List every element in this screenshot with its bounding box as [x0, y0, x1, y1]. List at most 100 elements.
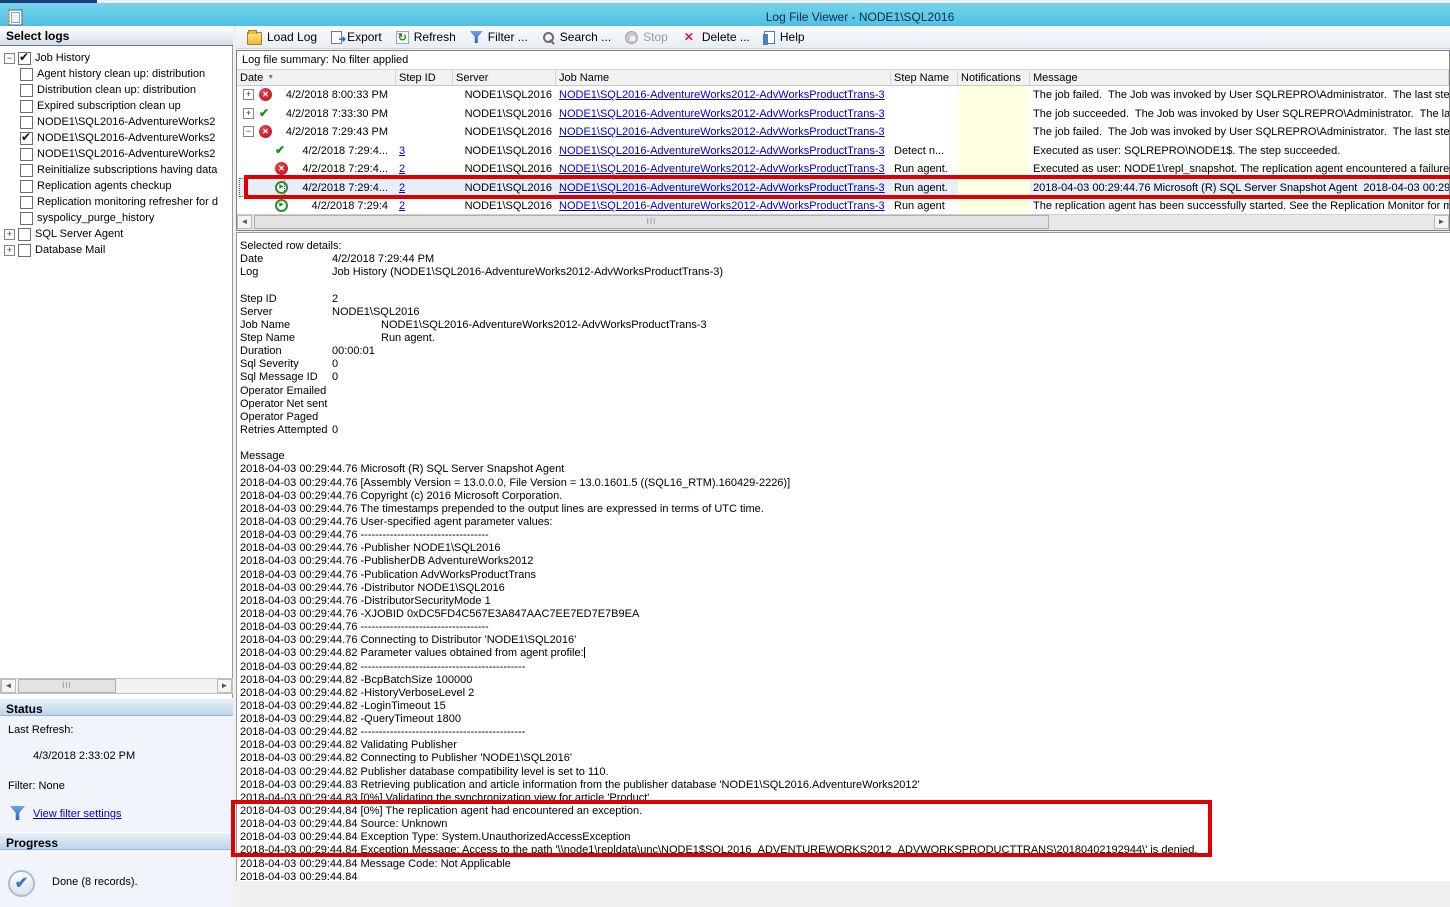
server-cell: NODE1\SQL2016 — [453, 105, 556, 124]
column-header-message[interactable]: Message — [1030, 70, 1449, 85]
date-text: 4/2/2018 7:33:30 PM — [286, 108, 388, 120]
step-id-link[interactable]: 2 — [399, 200, 405, 212]
table-row[interactable]: −4/2/2018 7:29:43 PMNODE1\SQL2016NODE1\S… — [237, 123, 1449, 142]
details-field: Operator Net sent — [240, 398, 1445, 411]
tree-item[interactable]: Agent history clean up: distribution — [0, 66, 232, 82]
tree-item[interactable]: NODE1\SQL2016-AdventureWorks2 — [0, 114, 232, 130]
error-status-icon — [259, 125, 272, 138]
tree-checkbox[interactable] — [18, 52, 31, 65]
toolbar: Load LogExportRefreshFilter ...Search ..… — [236, 26, 1450, 49]
tree-checkbox[interactable] — [18, 228, 31, 241]
tree-checkbox[interactable] — [20, 116, 33, 129]
step-id-link[interactable]: 2 — [399, 163, 405, 175]
success-status-icon — [259, 107, 272, 120]
tree-checkbox[interactable] — [20, 100, 33, 113]
tree-item[interactable]: NODE1\SQL2016-AdventureWorks2 — [0, 146, 232, 162]
log-file-viewer-icon — [6, 9, 23, 26]
expand-icon[interactable]: + — [243, 108, 254, 119]
tree-checkbox[interactable] — [20, 212, 33, 225]
tree-item[interactable]: +Database Mail — [0, 242, 232, 258]
tree-item[interactable]: Replication monitoring refresher for d — [0, 194, 232, 210]
tree-checkbox[interactable] — [20, 196, 33, 209]
view-filter-settings-link[interactable]: View filter settings — [33, 808, 121, 820]
job-name-link[interactable]: NODE1\SQL2016-AdventureWorks2012-AdvWork… — [559, 89, 885, 101]
details-field-value: NODE1\SQL2016-AdventureWorks2012-AdvWork… — [332, 319, 707, 331]
tree-item[interactable]: −Job History — [0, 50, 232, 66]
details-field-label: Sql Severity — [240, 358, 332, 371]
tree-item[interactable]: NODE1\SQL2016-AdventureWorks2 — [0, 130, 232, 146]
details-field-label: Log — [240, 266, 332, 279]
table-row[interactable]: +4/2/2018 7:33:30 PM NODE1\SQL2016NODE1\S… — [237, 105, 1449, 124]
job-name-link[interactable]: NODE1\SQL2016-AdventureWorks2012-AdvWork… — [559, 108, 885, 120]
message-line: 2018-04-03 00:29:44.82 Connecting to Pub… — [240, 752, 1445, 765]
tree-checkbox[interactable] — [20, 148, 33, 161]
table-row[interactable]: 4/2/2018 7:29:42NODE1\SQL2016NODE1\SQL20… — [237, 197, 1449, 216]
column-header-notifications[interactable]: Notifications — [958, 70, 1030, 85]
toolbar-button-search[interactable]: Search ... — [535, 28, 618, 46]
toolbar-button-delete[interactable]: Delete ... — [675, 28, 757, 46]
scrollbar-thumb[interactable]: III — [254, 215, 1049, 229]
tree-item[interactable]: syspolicy_purge_history — [0, 210, 232, 226]
details-field-label: Retries Attempted — [240, 424, 332, 437]
date-text: 4/2/2018 7:29:4... — [302, 163, 388, 175]
filter-icon — [470, 31, 483, 43]
expand-icon[interactable]: + — [243, 89, 254, 100]
tree-checkbox[interactable] — [20, 132, 33, 145]
scrollbar-thumb[interactable]: III — [18, 679, 116, 693]
collapse-icon[interactable]: − — [4, 53, 15, 64]
step-id-link[interactable]: 3 — [399, 145, 405, 157]
tree-item-label: Replication agents checkup — [37, 180, 172, 192]
scroll-right-button[interactable]: ► — [1434, 215, 1449, 229]
details-field-value: Run agent. — [332, 332, 435, 344]
column-header-job-name[interactable]: Job Name — [556, 70, 891, 85]
tree-item[interactable]: Distribution clean up: distribution — [0, 82, 232, 98]
tree-item[interactable]: +SQL Server Agent — [0, 226, 232, 242]
toolbar-button-refresh[interactable]: Refresh — [389, 28, 463, 46]
toolbar-button-help[interactable]: Help — [757, 28, 812, 46]
table-row[interactable]: +4/2/2018 8:00:33 PMNODE1\SQL2016NODE1\S… — [237, 86, 1449, 105]
tree-item[interactable]: Replication agents checkup — [0, 178, 232, 194]
job-name-link[interactable]: NODE1\SQL2016-AdventureWorks2012-AdvWork… — [559, 200, 885, 212]
expand-icon[interactable]: + — [4, 245, 15, 256]
tree-checkbox[interactable] — [20, 180, 33, 193]
table-row[interactable]: 4/2/2018 7:29:4... 3 NODE1\SQL2016NODE1\SQ… — [237, 142, 1449, 161]
date-text: 4/2/2018 7:29:4... — [302, 145, 388, 157]
column-header-step-name[interactable]: Step Name — [891, 70, 958, 85]
job-name-link[interactable]: NODE1\SQL2016-AdventureWorks2012-AdvWork… — [559, 145, 885, 157]
details-field-label — [240, 437, 332, 450]
server-cell: NODE1\SQL2016 — [453, 142, 556, 161]
scroll-left-button[interactable]: ◄ — [1, 679, 16, 693]
toolbar-button-export[interactable]: Export — [324, 28, 389, 46]
toolbar-button-load-log[interactable]: Load Log — [240, 28, 324, 47]
scroll-right-button[interactable]: ► — [217, 679, 232, 693]
tree-item-label: Reinitialize subscriptions having data — [37, 164, 217, 176]
tree-checkbox[interactable] — [18, 244, 31, 257]
message-line: 2018-04-03 00:29:44.76 -----------------… — [240, 621, 1445, 634]
tree-checkbox[interactable] — [20, 84, 33, 97]
column-header-step-id[interactable]: Step ID — [396, 70, 453, 85]
success-status-icon — [275, 144, 288, 157]
scroll-left-button[interactable]: ◄ — [237, 215, 252, 229]
stop-icon — [625, 31, 638, 44]
tree-horizontal-scrollbar[interactable]: ◄ III ► — [0, 678, 233, 694]
tree-checkbox[interactable] — [20, 68, 33, 81]
details-field: Date4/2/2018 7:29:44 PM — [240, 253, 1445, 266]
grid-header-row: Date▼Step IDServerJob NameStep NameNotif… — [237, 69, 1449, 86]
date-cell: +4/2/2018 7:33:30 PM — [237, 105, 396, 124]
grid-horizontal-scrollbar[interactable]: ◄ III ► — [237, 214, 1449, 230]
message-cell: The job succeeded. The Job was invoked b… — [1030, 105, 1449, 124]
job-name-link[interactable]: NODE1\SQL2016-AdventureWorks2012-AdvWork… — [559, 126, 885, 138]
column-header-server[interactable]: Server — [453, 70, 556, 85]
toolbar-button-filter[interactable]: Filter ... — [463, 28, 535, 46]
expand-icon[interactable]: + — [4, 229, 15, 240]
collapse-icon[interactable]: − — [243, 126, 254, 137]
step-id-cell — [396, 86, 453, 105]
details-field-value: 00:00:01 — [332, 345, 375, 357]
tree-item[interactable]: Reinitialize subscriptions having data — [0, 162, 232, 178]
job-name-link[interactable]: NODE1\SQL2016-AdventureWorks2012-AdvWork… — [559, 163, 885, 175]
column-header-date[interactable]: Date▼ — [237, 70, 396, 85]
details-field: Retries Attempted0 — [240, 424, 1445, 437]
details-field-label: Operator Emailed — [240, 385, 332, 398]
tree-item[interactable]: Expired subscription clean up — [0, 98, 232, 114]
tree-checkbox[interactable] — [20, 164, 33, 177]
